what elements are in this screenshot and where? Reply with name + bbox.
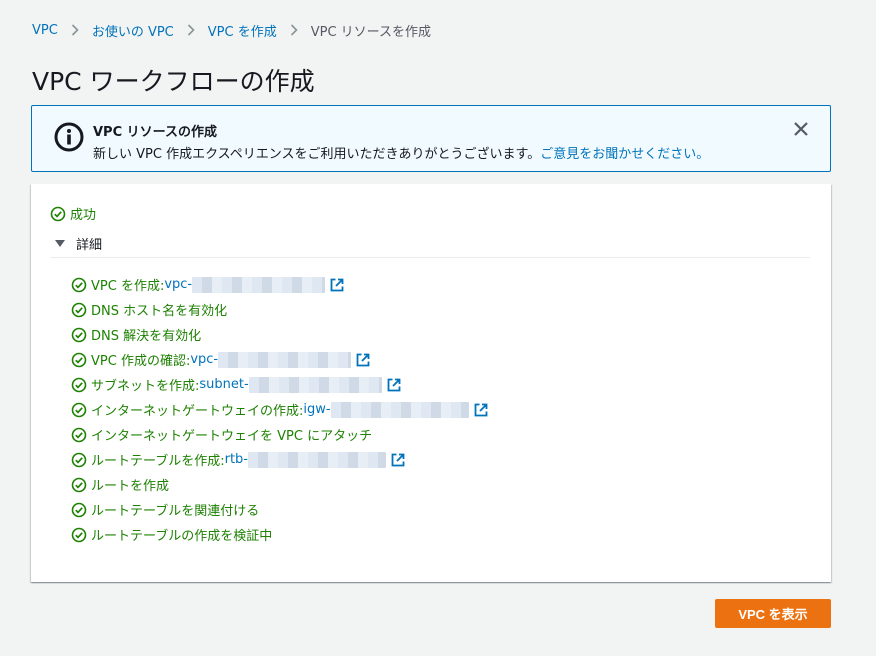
check-circle-icon (71, 452, 87, 467)
subnet-id-link[interactable]: subnet- (199, 376, 382, 393)
banner-title: VPC リソースの作成 (93, 125, 218, 140)
vpc-id-link[interactable]: vpc- (190, 351, 352, 368)
step-create-route-table: ルートテーブルを作成: rtb- (71, 447, 488, 472)
divider (50, 257, 810, 258)
breadcrumb-create-vpc[interactable]: VPC を作成 (208, 21, 277, 40)
progress-panel: 成功 詳細 VPC を作成: vpc- DNS ホスト名を有効化 DNS 解決を… (31, 184, 831, 582)
check-circle-icon (71, 527, 87, 542)
step-enable-dns-resolution: DNS 解決を有効化 (71, 322, 488, 347)
check-circle-icon (71, 377, 87, 392)
details-expander[interactable]: 詳細 (55, 234, 102, 253)
resource-id-prefix: vpc- (190, 352, 219, 367)
step-enable-dns-hostnames: DNS ホスト名を有効化 (71, 297, 488, 322)
caret-down-icon (55, 240, 65, 247)
banner-text: 新しい VPC 作成エクスペリエンスをご利用いただきありがとうございます。 (93, 147, 541, 162)
breadcrumb-vpc[interactable]: VPC (32, 23, 58, 38)
redacted-id (192, 276, 326, 293)
step-create-igw: インターネットゲートウェイの作成: igw- (71, 397, 488, 422)
vpc-id-link[interactable]: vpc- (164, 276, 326, 293)
step-label: ルートを作成 (91, 479, 170, 494)
redacted-id (248, 376, 382, 393)
step-label: DNS 解決を有効化 (91, 329, 202, 344)
banner-message: 新しい VPC 作成エクスペリエンスをご利用いただきありがとうございます。ご意見… (93, 143, 709, 162)
info-icon (54, 122, 84, 152)
step-create-subnet: サブネットを作成: subnet- (71, 372, 488, 397)
step-list: VPC を作成: vpc- DNS ホスト名を有効化 DNS 解決を有効化 VP… (71, 272, 488, 547)
page-title: VPC ワークフローの作成 (32, 67, 315, 96)
check-circle-icon (71, 477, 87, 492)
step-verify-vpc: VPC 作成の確認: vpc- (71, 347, 488, 372)
step-label: DNS ホスト名を有効化 (91, 304, 228, 319)
check-circle-icon (71, 302, 87, 317)
check-circle-icon (50, 206, 66, 221)
external-link-icon[interactable] (387, 378, 401, 392)
resource-id-prefix: subnet- (199, 377, 249, 392)
info-banner: VPC リソースの作成 新しい VPC 作成エクスペリエンスをご利用いただきあり… (31, 105, 831, 172)
close-icon[interactable] (792, 120, 810, 138)
check-circle-icon (71, 427, 87, 442)
resource-id-prefix: igw- (303, 402, 331, 417)
chevron-right-icon (290, 24, 298, 36)
breadcrumb-your-vpcs[interactable]: お使いの VPC (92, 21, 174, 40)
external-link-icon[interactable] (474, 403, 488, 417)
step-associate-route-table: ルートテーブルを関連付ける (71, 497, 488, 522)
redacted-id (218, 351, 352, 368)
external-link-icon[interactable] (330, 278, 344, 292)
check-circle-icon (71, 402, 87, 417)
breadcrumb-current: VPC リソースを作成 (310, 24, 432, 40)
step-attach-igw: インターネットゲートウェイを VPC にアタッチ (71, 422, 488, 447)
check-circle-icon (71, 352, 87, 367)
view-vpc-button[interactable]: VPC を表示 (715, 599, 831, 628)
step-label: サブネットを作成: (91, 379, 200, 394)
redacted-id (330, 401, 469, 418)
resource-id-prefix: vpc- (164, 277, 193, 292)
check-circle-icon (71, 277, 87, 292)
rtb-id-link[interactable]: rtb- (224, 451, 386, 468)
redacted-id (248, 451, 386, 468)
feedback-link[interactable]: ご意見をお聞かせください。 (540, 147, 709, 162)
chevron-right-icon (187, 24, 195, 36)
resource-id-prefix: rtb- (224, 452, 248, 467)
external-link-icon[interactable] (356, 353, 370, 367)
step-label: ルートテーブルを作成: (91, 454, 225, 469)
check-circle-icon (71, 502, 87, 517)
status-success: 成功 (50, 204, 96, 223)
step-label: VPC を作成: (91, 279, 165, 294)
step-create-vpc: VPC を作成: vpc- (71, 272, 488, 297)
step-label: ルートテーブルの作成を検証中 (91, 529, 273, 544)
step-label: インターネットゲートウェイを VPC にアタッチ (91, 429, 373, 444)
step-label: ルートテーブルを関連付ける (91, 504, 260, 519)
external-link-icon[interactable] (391, 453, 405, 467)
step-label: VPC 作成の確認: (91, 354, 191, 369)
step-label: インターネットゲートウェイの作成: (91, 404, 304, 419)
igw-id-link[interactable]: igw- (303, 401, 469, 418)
step-verify-route-table: ルートテーブルの作成を検証中 (71, 522, 488, 547)
chevron-right-icon (71, 24, 79, 36)
check-circle-icon (71, 327, 87, 342)
step-create-route: ルートを作成 (71, 472, 488, 497)
status-label: 成功 (70, 208, 97, 223)
details-label: 詳細 (76, 238, 103, 253)
breadcrumb: VPC お使いの VPC VPC を作成 VPC リソースを作成 (32, 20, 431, 40)
